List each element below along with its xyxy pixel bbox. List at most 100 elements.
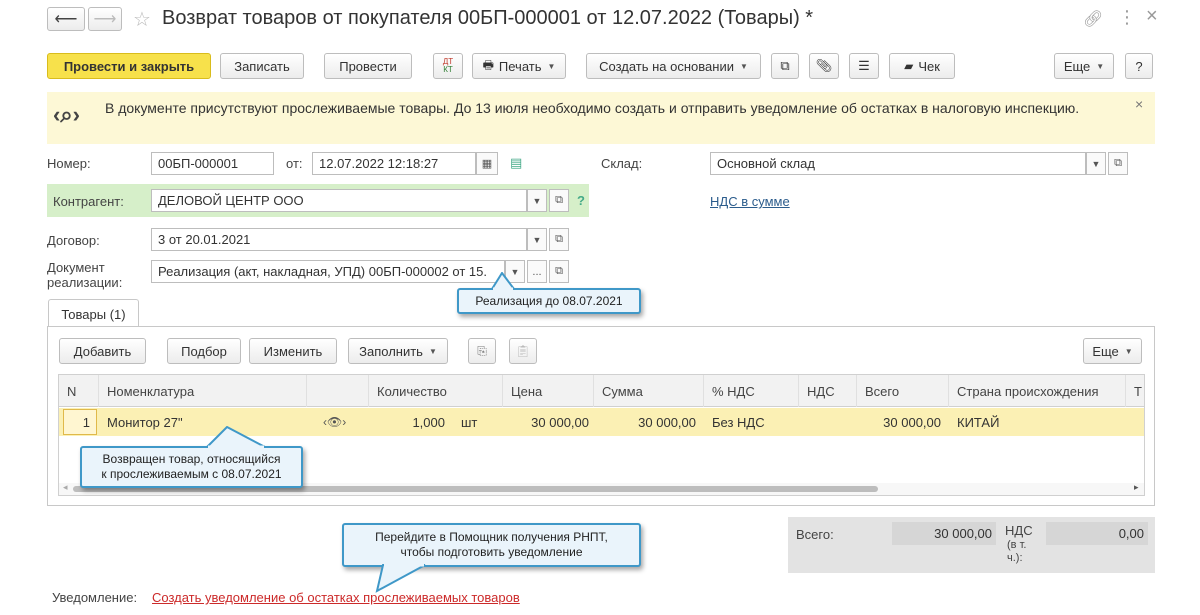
- vat-in-sum-link[interactable]: НДС в сумме: [710, 194, 790, 209]
- favorite-star-icon[interactable]: ☆: [133, 7, 151, 32]
- chevron-down-icon: ▼: [532, 234, 542, 245]
- copy-icon: ⎘: [477, 343, 487, 358]
- date-field[interactable]: 12.07.2022 12:18:27: [312, 152, 476, 175]
- open-icon: ⧉: [555, 233, 563, 245]
- col-header-vat[interactable]: НДС: [799, 375, 857, 407]
- fill-button[interactable]: Заполнить ▼: [348, 338, 448, 364]
- create-notification-link[interactable]: Создать уведомление об остатках прослежи…: [152, 590, 520, 605]
- menu-dots-icon[interactable]: ⋮: [1118, 7, 1136, 28]
- total-value: 30 000,00: [892, 522, 996, 545]
- post-and-close-button[interactable]: Провести и закрыть: [47, 53, 211, 79]
- vat-total-label-line2: (в т.: [1007, 539, 1027, 551]
- number-field[interactable]: 00БП-000001: [151, 152, 274, 175]
- col-header-vat-rate[interactable]: % НДС: [704, 375, 799, 407]
- calendar-button[interactable]: ▦: [476, 152, 498, 175]
- row-total: 30 000,00: [883, 414, 941, 430]
- forward-button[interactable]: ⟶: [88, 7, 122, 31]
- open-icon: ⧉: [555, 194, 563, 206]
- vat-total-label-line3: ч.):: [1007, 552, 1023, 564]
- contract-dropdown-button[interactable]: ▼: [527, 228, 547, 251]
- sale-doc-select-button[interactable]: ...: [527, 260, 547, 283]
- back-button[interactable]: ⟵: [47, 7, 85, 31]
- notice-text: В документе присутствуют прослеживаемые …: [105, 100, 1080, 116]
- total-label: Всего:: [796, 527, 834, 542]
- contract-open-button[interactable]: ⧉: [549, 228, 569, 251]
- chevron-down-icon: ▼: [1091, 158, 1101, 169]
- col-header-total[interactable]: Всего: [857, 375, 949, 407]
- edit-button[interactable]: Изменить: [249, 338, 337, 364]
- sale-doc-open-button[interactable]: ⧉: [549, 260, 569, 283]
- row-qty: 1,000: [412, 414, 445, 430]
- more-button[interactable]: Еще ▼: [1054, 53, 1114, 79]
- link-icon[interactable]: 🔗︎: [1083, 9, 1103, 29]
- col-header-item[interactable]: Номенклатура: [99, 375, 307, 407]
- assistant-callout: Перейдите в Помощник получения РНПТ, что…: [342, 523, 641, 567]
- col-header-price[interactable]: Цена: [503, 375, 594, 407]
- assistant-callout-line1: Перейдите в Помощник получения РНПТ,: [375, 530, 608, 544]
- counterparty-help[interactable]: ?: [577, 193, 585, 208]
- sale-doc-field[interactable]: Реализация (акт, накладная, УПД) 00БП-00…: [151, 260, 505, 283]
- printer-icon: 🖶︎: [482, 57, 494, 72]
- vat-total-label-line1: НДС: [1005, 523, 1033, 538]
- paste-icon: 📋︎: [515, 344, 531, 358]
- open-icon: ⧉: [555, 265, 563, 277]
- contract-field[interactable]: 3 от 20.01.2021: [151, 228, 527, 251]
- returned-callout-line1: Возвращен товар, относящийся: [102, 452, 281, 466]
- warehouse-open-button[interactable]: ⧉: [1108, 152, 1128, 175]
- post-button[interactable]: Провести: [324, 53, 412, 79]
- table-more-label: Еще: [1092, 343, 1119, 359]
- open-icon: ⧉: [1114, 157, 1122, 169]
- col-header-n[interactable]: N: [59, 375, 99, 407]
- scroll-right-icon[interactable]: ▸: [1134, 482, 1139, 493]
- col-header-t[interactable]: Т: [1126, 375, 1144, 407]
- structure-button[interactable]: ⧉: [771, 53, 799, 79]
- calendar-icon: ▦: [481, 158, 493, 170]
- status-icon[interactable]: ▤: [510, 155, 522, 171]
- warehouse-dropdown-button[interactable]: ▼: [1086, 152, 1106, 175]
- arrow-right-icon: ⟶: [93, 11, 117, 28]
- help-button[interactable]: ?: [1125, 53, 1153, 79]
- tab-goods[interactable]: Товары (1): [48, 299, 139, 328]
- assistant-callout-pointer: [375, 563, 426, 593]
- scroll-left-icon[interactable]: ◂: [63, 482, 68, 493]
- counterparty-open-button[interactable]: ⧉: [549, 189, 569, 212]
- close-icon[interactable]: ×: [1146, 5, 1158, 28]
- chevron-down-icon: ▼: [532, 195, 542, 206]
- create-based-button[interactable]: Создать на основании ▼: [586, 53, 761, 79]
- table-more-button[interactable]: Еще ▼: [1083, 338, 1142, 364]
- copy-button[interactable]: ⎘: [468, 338, 496, 364]
- counterparty-field[interactable]: ДЕЛОВОЙ ЦЕНТР ООО: [151, 189, 527, 212]
- report-button[interactable]: ☰: [849, 53, 879, 79]
- row-unit: шт: [461, 414, 478, 430]
- vat-total-value: 0,00: [1046, 522, 1148, 545]
- counterparty-label: Контрагент:: [53, 194, 124, 209]
- col-header-country[interactable]: Страна происхождения: [949, 375, 1126, 407]
- returned-callout-line2: к прослеживаемым с 08.07.2021: [101, 467, 282, 481]
- returned-goods-callout: Возвращен товар, относящийся к прослежив…: [80, 446, 303, 488]
- paste-button[interactable]: 📋︎: [509, 338, 537, 364]
- counterparty-dropdown-button[interactable]: ▼: [527, 189, 547, 212]
- contract-label: Договор:: [47, 233, 100, 248]
- add-button[interactable]: Добавить: [59, 338, 146, 364]
- receipt-button[interactable]: ▰ Чек: [889, 53, 955, 79]
- dt-kt-button[interactable]: ДТ КТ: [433, 53, 463, 79]
- notice-close-icon[interactable]: ×: [1135, 96, 1143, 112]
- col-header-sum[interactable]: Сумма: [594, 375, 704, 407]
- save-button[interactable]: Записать: [220, 53, 304, 79]
- cash-register-icon: ▰: [904, 59, 914, 73]
- print-button[interactable]: 🖶︎ Печать ▼: [472, 53, 566, 79]
- chevron-down-icon: ▼: [547, 61, 556, 71]
- row-price: 30 000,00: [531, 414, 589, 430]
- pick-button[interactable]: Подбор: [167, 338, 241, 364]
- warehouse-field[interactable]: Основной склад: [710, 152, 1086, 175]
- assistant-callout-line2: чтобы подготовить уведомление: [400, 545, 583, 559]
- sale-callout-pointer: [490, 272, 516, 290]
- tracking-eye-icon: ‹👁︎›: [323, 415, 347, 429]
- from-label: от:: [286, 156, 303, 171]
- vat-total-value-text: 0,00: [1118, 526, 1144, 541]
- col-header-qty[interactable]: Количество: [369, 375, 503, 407]
- warehouse-label: Склад:: [601, 156, 643, 171]
- col-header-icon[interactable]: [307, 375, 369, 407]
- attach-button[interactable]: 📎︎: [809, 53, 839, 79]
- fill-label: Заполнить: [359, 343, 423, 359]
